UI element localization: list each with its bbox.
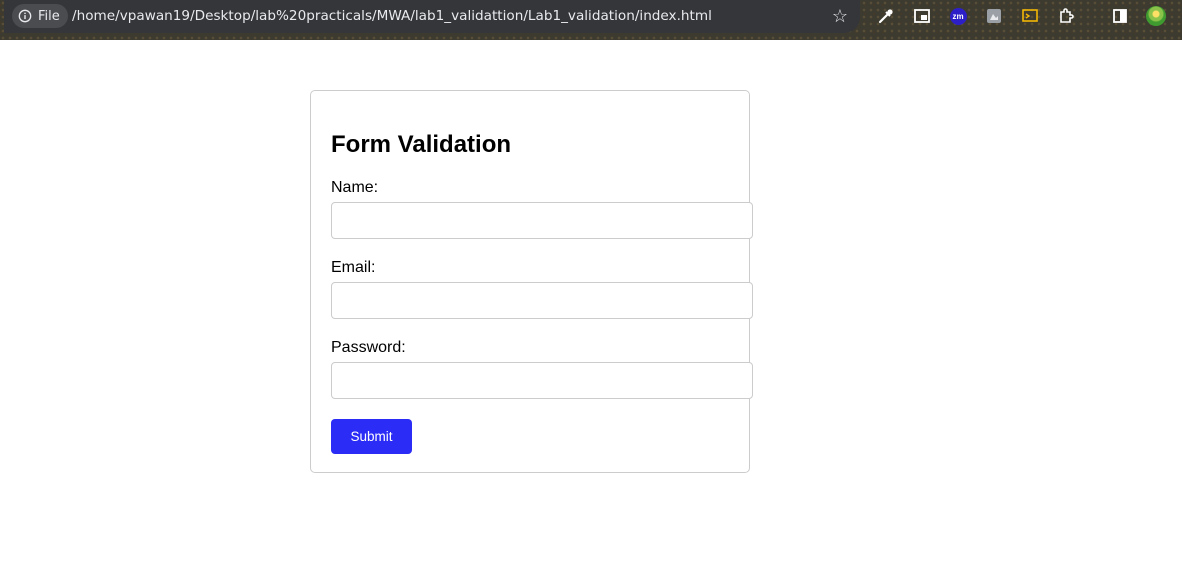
validation-form: Form Validation Name: Email: Password: S… bbox=[310, 90, 753, 473]
url-text[interactable]: /home/vpawan19/Desktop/lab%20practicals/… bbox=[72, 8, 712, 24]
password-label: Password: bbox=[331, 339, 406, 356]
name-label: Name: bbox=[331, 179, 379, 196]
name-input[interactable] bbox=[331, 202, 753, 239]
email-label: Email: bbox=[331, 259, 376, 276]
form-title: Form Validation bbox=[331, 131, 512, 158]
extensions-puzzle-icon[interactable] bbox=[1056, 6, 1076, 26]
picture-in-picture-icon[interactable] bbox=[912, 6, 932, 26]
address-bar[interactable]: File /home/vpawan19/Desktop/lab%20practi… bbox=[4, 0, 860, 33]
scheme-label: File bbox=[38, 8, 60, 24]
profile-avatar[interactable] bbox=[1146, 6, 1166, 26]
avatar bbox=[1146, 6, 1166, 26]
email-input[interactable] bbox=[331, 282, 753, 319]
zoom-extension-icon[interactable]: zm bbox=[948, 6, 968, 26]
color-picker-icon[interactable] bbox=[876, 6, 896, 26]
site-info-chip[interactable]: File bbox=[12, 4, 68, 28]
cast-media-icon[interactable] bbox=[1020, 6, 1040, 26]
password-input[interactable] bbox=[331, 362, 753, 399]
zoom-extension-label: zm bbox=[949, 7, 967, 25]
screenshot-extension-icon[interactable] bbox=[984, 6, 1004, 26]
bookmark-star-icon[interactable]: ☆ bbox=[830, 6, 850, 26]
info-icon bbox=[18, 9, 32, 23]
browser-toolbar: File /home/vpawan19/Desktop/lab%20practi… bbox=[0, 0, 1182, 40]
submit-button[interactable]: Submit bbox=[331, 419, 412, 454]
side-panel-icon[interactable] bbox=[1110, 6, 1130, 26]
